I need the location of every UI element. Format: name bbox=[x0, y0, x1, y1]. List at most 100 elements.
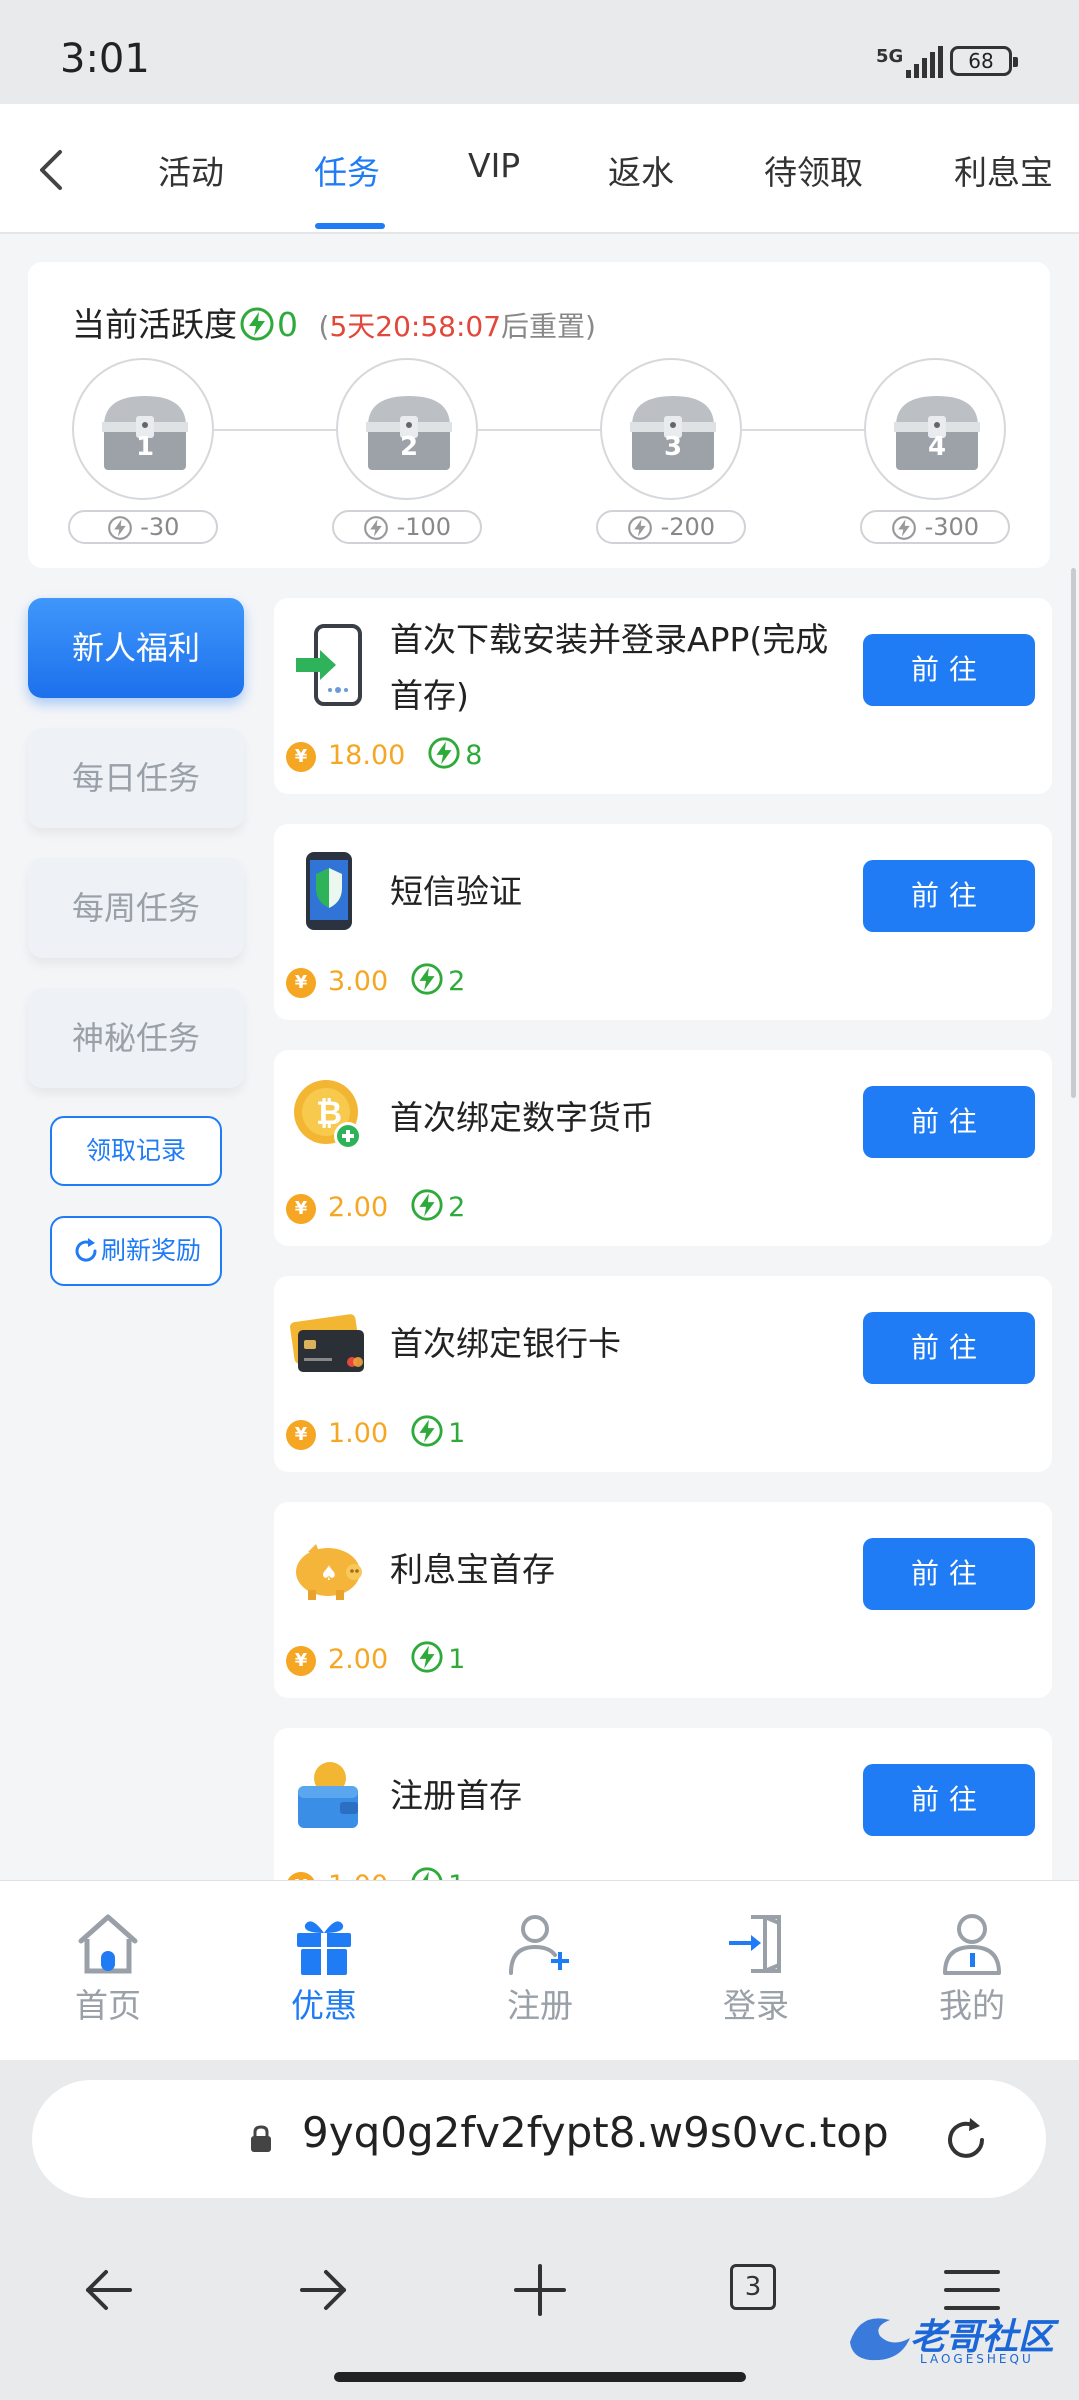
active-tab-indicator bbox=[315, 223, 385, 229]
energy-icon bbox=[107, 516, 132, 540]
nav-register[interactable]: 注册 bbox=[470, 1911, 610, 2027]
home-indicator[interactable] bbox=[334, 2372, 746, 2382]
tab-interest[interactable]: 利息宝 bbox=[954, 146, 1053, 194]
tab-activity[interactable]: 活动 bbox=[158, 146, 224, 194]
refresh-icon bbox=[75, 1238, 97, 1262]
url-text: 9yq0g2fv2fypt8.w9s0vc.top bbox=[302, 2108, 889, 2157]
piggy-bank-icon: ♠ bbox=[296, 1544, 362, 1600]
treasure-chest[interactable]: 2 bbox=[336, 358, 478, 500]
treasure-chest-icon bbox=[894, 396, 980, 470]
task-list: 首次下载安装并登录APP(完成首存) 前往 ¥18.00 8 短信验证 前往 ¥3… bbox=[274, 598, 1052, 1880]
scrollbar[interactable] bbox=[1071, 568, 1076, 1098]
task-title: 首次绑定数字货币 bbox=[390, 1098, 654, 1137]
nav-label: 首页 bbox=[75, 1986, 141, 2025]
reset-paren-open: ( bbox=[318, 310, 330, 343]
task-card: 短信验证 前往 ¥3.00 2 bbox=[274, 824, 1052, 1020]
chest-cost: -300 bbox=[924, 513, 980, 541]
phone-download-icon bbox=[296, 624, 362, 706]
task-reward: ¥3.00 2 bbox=[286, 962, 465, 998]
chest-cost: -100 bbox=[396, 513, 452, 541]
chest-cost-badge: -100 bbox=[332, 510, 482, 544]
task-title: 利息宝首存 bbox=[390, 1550, 555, 1589]
bank-card-icon bbox=[290, 1314, 364, 1372]
points-reward: 1 bbox=[448, 1418, 466, 1449]
nav-home[interactable]: 首页 bbox=[38, 1911, 178, 2027]
tabs-switcher[interactable]: 3 bbox=[716, 2250, 796, 2330]
nav-promotions[interactable]: 优惠 bbox=[254, 1911, 394, 2027]
activity-label: 当前活跃度 bbox=[72, 305, 237, 344]
reset-paren-close: ) bbox=[585, 310, 596, 343]
treasure-chest[interactable]: 4 bbox=[864, 358, 1006, 500]
treasure-chest[interactable]: 1 bbox=[72, 358, 214, 500]
energy-icon bbox=[411, 963, 443, 995]
claim-record-button[interactable]: 领取记录 bbox=[50, 1116, 222, 1186]
points-reward: 1 bbox=[448, 1870, 465, 1880]
points-reward: 1 bbox=[448, 1644, 466, 1675]
home-icon bbox=[78, 1914, 138, 1974]
back-arrow-icon[interactable] bbox=[26, 140, 78, 200]
forward-arrow-icon[interactable] bbox=[284, 2250, 364, 2330]
energy-icon bbox=[411, 1415, 443, 1447]
network-type: 5G bbox=[876, 46, 904, 67]
task-title: 首次绑定银行卡 bbox=[390, 1324, 621, 1363]
category-mystery[interactable]: 神秘任务 bbox=[28, 988, 244, 1088]
task-reward: ¥1.00 1 bbox=[286, 1866, 465, 1880]
chest-number: 3 bbox=[663, 432, 683, 462]
refresh-reward-label: 刷新奖励 bbox=[100, 1236, 201, 1265]
treasure-chest-icon bbox=[102, 396, 188, 470]
task-reward: ¥2.00 1 bbox=[286, 1640, 465, 1676]
tab-vip[interactable]: VIP bbox=[468, 146, 520, 185]
go-button[interactable]: 前往 bbox=[863, 634, 1035, 706]
treasure-chest[interactable]: 3 bbox=[600, 358, 742, 500]
dragon-logo-icon bbox=[850, 2318, 910, 2361]
coin-reward: 1.00 bbox=[328, 1418, 389, 1449]
tab-rebate[interactable]: 返水 bbox=[608, 146, 674, 194]
go-button[interactable]: 前往 bbox=[863, 1086, 1035, 1158]
category-newcomer[interactable]: 新人福利 bbox=[28, 598, 244, 698]
reset-countdown: 5天20:58:07 bbox=[329, 310, 502, 343]
wallet-icon bbox=[298, 1762, 358, 1828]
gift-icon bbox=[297, 1921, 351, 1975]
tab-tasks[interactable]: 任务 bbox=[314, 146, 380, 194]
coin-icon: ¥ bbox=[286, 968, 316, 998]
category-weekly[interactable]: 每周任务 bbox=[28, 858, 244, 958]
reload-icon[interactable] bbox=[942, 2116, 990, 2164]
battery-icon: 68 bbox=[950, 46, 1018, 76]
bitcoin-add-icon: ₿ bbox=[294, 1080, 362, 1150]
energy-icon bbox=[411, 1641, 443, 1673]
task-reward: ¥1.00 1 bbox=[286, 1414, 465, 1450]
go-button[interactable]: 前往 bbox=[863, 1312, 1035, 1384]
status-bar: 3:01 5G 68 bbox=[0, 0, 1079, 104]
activity-value: 0 bbox=[277, 305, 298, 344]
refresh-reward-button[interactable]: 刷新奖励 bbox=[50, 1216, 222, 1286]
user-profile-icon bbox=[943, 1914, 1001, 1975]
lock-icon bbox=[251, 2125, 271, 2152]
nav-label: 登录 bbox=[723, 1986, 789, 2025]
treasure-chest-icon bbox=[630, 396, 716, 470]
task-card: 注册首存 前往 ¥1.00 1 bbox=[274, 1728, 1052, 1880]
go-button[interactable]: 前往 bbox=[863, 1764, 1035, 1836]
sms-shield-phone-icon bbox=[306, 852, 352, 930]
add-user-icon bbox=[509, 1915, 569, 1975]
task-reward: ¥18.00 8 bbox=[286, 736, 482, 772]
chest-number: 1 bbox=[135, 432, 155, 462]
back-arrow-icon[interactable] bbox=[68, 2250, 148, 2330]
new-tab-plus-icon[interactable] bbox=[500, 2250, 580, 2330]
energy-icon bbox=[428, 737, 460, 769]
coin-icon: ¥ bbox=[286, 1646, 316, 1676]
nav-profile[interactable]: 我的 bbox=[902, 1911, 1042, 2027]
signal-icon bbox=[906, 46, 943, 78]
go-button[interactable]: 前往 bbox=[863, 860, 1035, 932]
nav-login[interactable]: 登录 bbox=[686, 1911, 826, 2027]
nav-label: 优惠 bbox=[291, 1986, 357, 2025]
go-button[interactable]: 前往 bbox=[863, 1538, 1035, 1610]
coin-icon: ¥ bbox=[286, 1872, 316, 1880]
energy-icon bbox=[411, 1867, 443, 1880]
address-bar[interactable]: 9yq0g2fv2fypt8.w9s0vc.top bbox=[32, 2080, 1046, 2198]
nav-label: 注册 bbox=[507, 1986, 573, 2025]
tab-pending[interactable]: 待领取 bbox=[764, 146, 863, 194]
category-daily[interactable]: 每日任务 bbox=[28, 728, 244, 828]
energy-icon bbox=[364, 516, 388, 540]
energy-icon bbox=[628, 516, 652, 540]
chest-number: 2 bbox=[399, 432, 419, 462]
